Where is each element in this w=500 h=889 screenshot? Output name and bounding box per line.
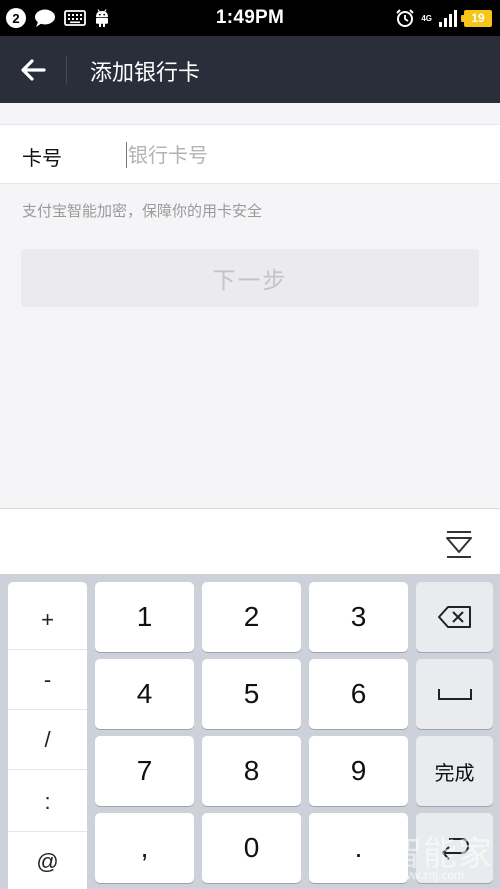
keyboard-collapse-icon[interactable] <box>444 526 474 560</box>
security-hint: 支付宝智能加密，保障你的用卡安全 <box>22 202 263 220</box>
done-button-label: 完成 <box>434 760 475 785</box>
status-bar: 2 1:49PM 4G 19 <box>0 0 500 36</box>
key-slash[interactable]: / <box>8 710 87 770</box>
key-7[interactable]: 7 <box>95 736 194 806</box>
space-button[interactable] <box>416 659 493 729</box>
card-number-input[interactable] <box>126 135 476 175</box>
network-type-label: 4G <box>421 13 432 23</box>
key-at[interactable]: @ <box>8 832 87 889</box>
card-number-label: 卡号 <box>22 146 62 170</box>
key-3[interactable]: 3 <box>309 582 408 652</box>
key-2[interactable]: 2 <box>202 582 301 652</box>
key-9[interactable]: 9 <box>309 736 408 806</box>
battery-indicator: 19 <box>461 9 492 27</box>
key-comma[interactable]: , <box>95 813 194 883</box>
page-title: 添加银行卡 <box>90 61 201 86</box>
key-6[interactable]: 6 <box>309 659 408 729</box>
signal-strength-icon <box>439 10 457 27</box>
backspace-icon <box>437 606 471 628</box>
return-arrow-icon <box>441 838 469 860</box>
symbol-column: + - / : @ <box>8 582 87 889</box>
card-number-row: 卡号 <box>0 124 500 184</box>
next-step-button[interactable]: 下一步 <box>21 249 479 307</box>
back-button[interactable] <box>14 52 52 88</box>
key-minus[interactable]: - <box>8 650 87 710</box>
key-0[interactable]: 0 <box>202 813 301 883</box>
key-4[interactable]: 4 <box>95 659 194 729</box>
key-colon[interactable]: : <box>8 772 87 832</box>
status-bar-right: 4G 19 <box>395 7 492 29</box>
key-period[interactable]: . <box>309 813 408 883</box>
key-5[interactable]: 5 <box>202 659 301 729</box>
key-plus[interactable]: + <box>8 590 87 650</box>
text-cursor <box>126 142 127 168</box>
back-arrow-icon <box>21 59 46 81</box>
title-divider <box>66 56 67 84</box>
title-bar: 添加银行卡 <box>0 36 500 103</box>
key-8[interactable]: 8 <box>202 736 301 806</box>
keyboard-toolbar <box>0 508 500 574</box>
backspace-button[interactable] <box>416 582 493 652</box>
alarm-clock-icon <box>396 9 415 27</box>
key-1[interactable]: 1 <box>95 582 194 652</box>
done-button[interactable]: 完成 <box>416 736 493 806</box>
numeric-keyboard: + - / : @ 1 2 3 4 5 6 7 8 9 , 0 . 完成 <box>0 574 500 889</box>
space-bar-icon <box>437 689 472 700</box>
enter-button[interactable] <box>416 813 493 883</box>
